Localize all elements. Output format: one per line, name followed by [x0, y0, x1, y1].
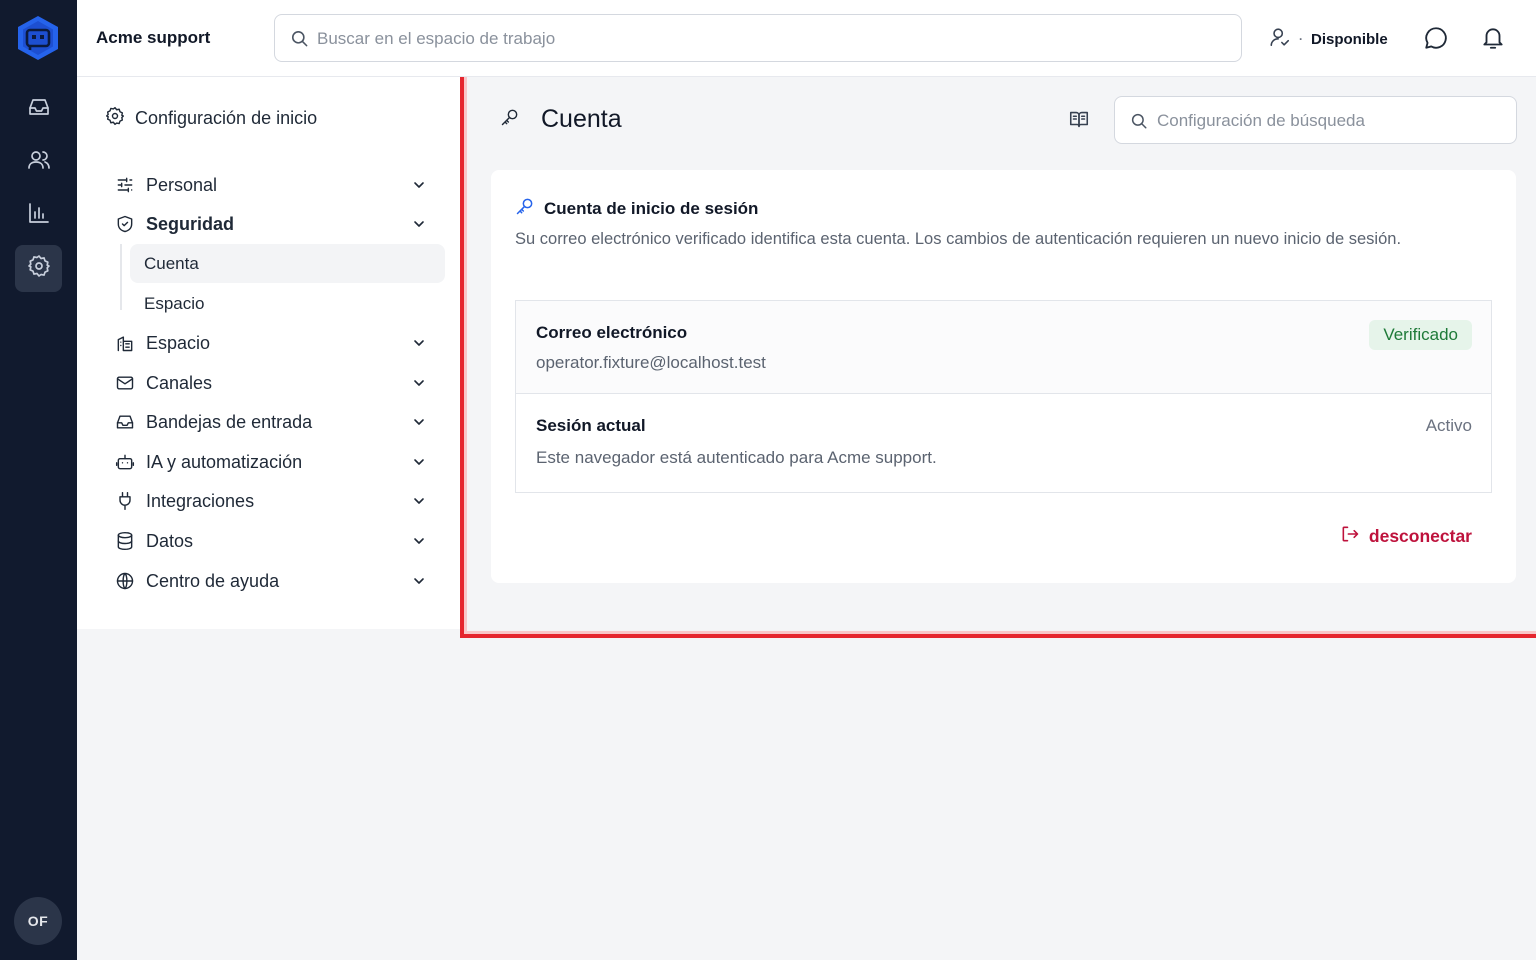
- shield-icon: [115, 214, 135, 234]
- nav-item-personal[interactable]: Personal: [115, 167, 437, 203]
- chevron-down-icon[interactable]: [411, 454, 427, 470]
- email-row: Correo electrónico operator.fixture@loca…: [515, 300, 1492, 394]
- nav-item-help-center[interactable]: Centro de ayuda: [115, 563, 437, 599]
- logout-button[interactable]: desconectar: [1340, 524, 1472, 549]
- chat-button[interactable]: [1423, 25, 1449, 51]
- inbox-icon: [115, 412, 135, 432]
- building-icon: [115, 333, 135, 353]
- settings-icon: [27, 254, 51, 283]
- page-title: Cuenta: [500, 105, 622, 134]
- settings-nav: Configuración de inicio Personal Segurid…: [77, 77, 460, 629]
- chat-bubble-icon: [1423, 27, 1449, 55]
- availability-label: Disponible: [1311, 30, 1388, 48]
- bell-icon: [1480, 28, 1506, 55]
- chevron-down-icon[interactable]: [411, 493, 427, 509]
- database-icon: [115, 531, 135, 551]
- nav-item-label: Bandejas de entrada: [146, 411, 313, 432]
- mail-icon: [115, 373, 135, 393]
- session-value: Este navegador está autenticado para Acm…: [536, 448, 937, 467]
- chevron-down-icon[interactable]: [411, 216, 427, 232]
- globe-icon: [115, 571, 135, 591]
- submenu-divider: [120, 244, 122, 310]
- sliders-icon: [115, 175, 135, 195]
- reports-icon: [27, 201, 51, 230]
- workspace-name[interactable]: Acme support: [96, 28, 210, 48]
- chevron-down-icon[interactable]: [411, 177, 427, 193]
- nav-item-inboxes[interactable]: Bandejas de entrada: [115, 404, 437, 440]
- nav-item-label: Espacio: [146, 332, 211, 353]
- nav-item-label: Personal: [146, 174, 218, 195]
- nav-item-label: Canales: [146, 372, 213, 393]
- availability-status[interactable]: · Disponible: [1269, 26, 1388, 52]
- workspace-search-input[interactable]: [317, 27, 1217, 51]
- nav-item-ai-automation[interactable]: IA y automatización: [115, 444, 437, 480]
- nav-item-security[interactable]: Seguridad: [115, 206, 437, 242]
- settings-search-input[interactable]: [1157, 109, 1497, 133]
- status-dot: ·: [1299, 32, 1303, 46]
- top-bar: Acme support · Disponible: [77, 0, 1536, 77]
- nav-item-label: Datos: [146, 530, 194, 551]
- email-value: operator.fixture@localhost.test: [536, 353, 766, 372]
- logout-icon: [1340, 524, 1360, 549]
- inbox-icon: [27, 95, 51, 124]
- bot-icon: [115, 452, 135, 472]
- contacts-icon: [27, 148, 51, 177]
- docs-button[interactable]: [1068, 108, 1092, 132]
- gear-icon: [105, 106, 125, 131]
- card-title-text: Cuenta de inicio de sesión: [544, 198, 759, 218]
- rail-settings-button[interactable]: [15, 245, 62, 292]
- nav-item-integrations[interactable]: Integraciones: [115, 483, 437, 519]
- rail-contacts-button[interactable]: [15, 139, 62, 186]
- verified-badge: Verificado: [1369, 320, 1472, 350]
- session-status: Activo: [1425, 416, 1472, 435]
- workspace-search[interactable]: [274, 14, 1242, 62]
- nav-item-workspace[interactable]: Espacio: [115, 325, 437, 361]
- card-title: Cuenta de inicio de sesión: [515, 196, 758, 221]
- user-status-icon: [1269, 26, 1291, 52]
- nav-subitem-account[interactable]: Cuenta: [130, 244, 445, 283]
- chevron-down-icon[interactable]: [411, 414, 427, 430]
- open-book-icon: [1068, 111, 1090, 134]
- key-icon: [500, 105, 520, 134]
- settings-home-label: Configuración de inicio: [135, 108, 318, 128]
- settings-search[interactable]: [1114, 96, 1517, 144]
- rail-reports-button[interactable]: [15, 192, 62, 239]
- key-icon: [515, 196, 535, 221]
- rail-inbox-button[interactable]: [15, 86, 62, 133]
- notifications-button[interactable]: [1480, 25, 1506, 51]
- nav-item-label: Seguridad: [146, 213, 235, 234]
- login-account-card: Cuenta de inicio de sesión Su correo ele…: [491, 170, 1516, 583]
- nav-item-data[interactable]: Datos: [115, 523, 437, 559]
- chevron-down-icon[interactable]: [411, 533, 427, 549]
- chevron-down-icon[interactable]: [411, 335, 427, 351]
- settings-home-link[interactable]: Configuración de inicio: [105, 106, 317, 131]
- session-label: Sesión actual: [536, 416, 646, 435]
- nav-item-channels[interactable]: Canales: [115, 365, 437, 401]
- nav-item-label: IA y automatización: [146, 451, 303, 472]
- app-logo-icon[interactable]: [15, 14, 61, 62]
- email-label: Correo electrónico: [536, 323, 688, 342]
- nav-item-label: Centro de ayuda: [146, 570, 280, 591]
- avatar[interactable]: OF: [14, 897, 62, 945]
- page-title-text: Cuenta: [541, 105, 622, 133]
- chevron-down-icon[interactable]: [411, 375, 427, 391]
- card-description: Su correo electrónico verificado identif…: [515, 230, 1402, 248]
- chevron-down-icon[interactable]: [411, 573, 427, 589]
- nav-item-label: Integraciones: [146, 490, 255, 511]
- session-row: Sesión actual Este navegador está autent…: [515, 393, 1492, 493]
- nav-subitem-workspace[interactable]: Espacio: [130, 284, 445, 323]
- plug-icon: [115, 491, 135, 511]
- app-rail: OF: [0, 0, 77, 960]
- logout-label: desconectar: [1368, 526, 1472, 546]
